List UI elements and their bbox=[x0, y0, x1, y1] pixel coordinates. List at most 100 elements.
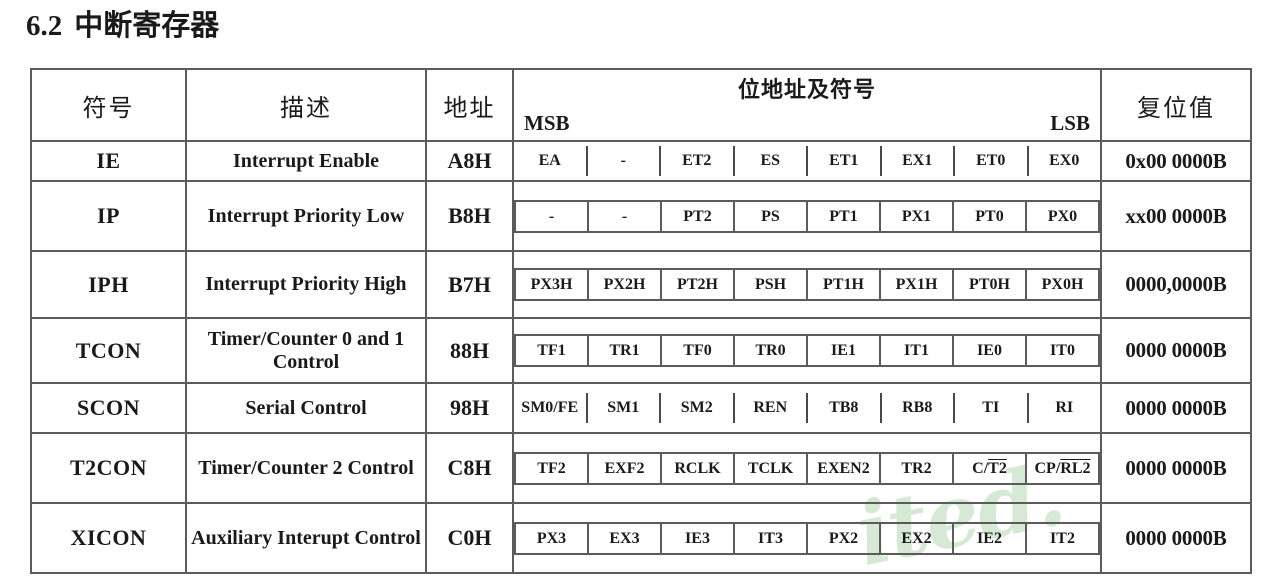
bit-cell: PT2 bbox=[662, 201, 735, 231]
bit-cell: EXEN2 bbox=[808, 453, 881, 483]
register-symbol: IE bbox=[30, 140, 187, 182]
bit-cell: EX2 bbox=[881, 523, 954, 553]
bit-cell: TR1 bbox=[589, 336, 662, 365]
register-symbol: T2CON bbox=[30, 432, 187, 504]
column-header-reset-value: 复位值 bbox=[1100, 68, 1252, 142]
interrupt-register-table: 符号 描述 地址 位地址及符号 MSB LSB 复位值 IE Interrupt … bbox=[30, 68, 1252, 574]
table-row: IE Interrupt Enable A8H EA - ET2 ES ET1 EX1 ET0 EX… bbox=[30, 140, 1252, 182]
bit-cell: SM1 bbox=[588, 393, 661, 423]
register-address: B7H bbox=[425, 250, 514, 319]
bit-cell: EX3 bbox=[589, 523, 662, 553]
bit-cell: PSH bbox=[735, 270, 808, 299]
bit-cell: ET0 bbox=[955, 146, 1029, 176]
bit-cell: IE0 bbox=[954, 336, 1027, 365]
bit-cell: SM0/FE bbox=[514, 393, 588, 423]
register-description: Serial Control bbox=[185, 382, 427, 434]
bit-cell: RCLK bbox=[662, 453, 735, 483]
bit-cell: PX2H bbox=[589, 270, 662, 299]
register-description: Auxiliary Interupt Control bbox=[185, 502, 427, 574]
register-bit-cells: PX3H PX2H PT2H PSH PT1H PX1H PT0H PX0H bbox=[512, 250, 1102, 319]
bit-cell: RI bbox=[1055, 399, 1074, 416]
bit-row-spacer bbox=[514, 233, 1100, 237]
bit-row: EA - ET2 ES ET1 EX1 ET0 EX0 bbox=[514, 146, 1100, 176]
bit-cell: CP/RL2 bbox=[1034, 459, 1091, 477]
bit-row-spacer bbox=[514, 367, 1100, 371]
register-bit-cells: PX3 EX3 IE3 IT3 PX2 EX2 IE2 IT2 bbox=[512, 502, 1102, 574]
bit-row: TF2 EXF2 RCLK TCLK EXEN2 TR2 C/T2 CP/RL2 bbox=[514, 451, 1100, 485]
bit-cell: REN bbox=[735, 393, 808, 423]
bit-cell: - bbox=[516, 201, 589, 231]
register-bit-cells: - - PT2 PS PT1 PX1 PT0 PX0 bbox=[512, 180, 1102, 252]
register-bit-cells: TF2 EXF2 RCLK TCLK EXEN2 TR2 C/T2 CP/RL2 bbox=[512, 432, 1102, 504]
register-symbol: IPH bbox=[30, 250, 187, 319]
register-description: Interrupt Priority High bbox=[185, 250, 427, 319]
bit-cell: RB8 bbox=[882, 393, 955, 423]
register-symbol: SCON bbox=[30, 382, 187, 434]
register-address: 88H bbox=[425, 317, 514, 384]
bit-cell: EA bbox=[514, 146, 588, 176]
bit-cell: TCLK bbox=[735, 453, 808, 483]
bit-cell: PT1 bbox=[808, 201, 881, 231]
register-bit-cells: SM0/FE SM1 SM2 REN TB8 RB8 TI RI bbox=[512, 382, 1102, 434]
bit-cell: PX3 bbox=[516, 523, 589, 553]
register-symbol: IP bbox=[30, 180, 187, 252]
bit-cell: TR0 bbox=[735, 336, 808, 365]
register-symbol: XICON bbox=[30, 502, 187, 574]
table-row: IPH Interrupt Priority High B7H PX3H PX2H PT2… bbox=[30, 250, 1252, 319]
bit-cell: IT0 bbox=[1050, 342, 1075, 359]
bit-cell: ES bbox=[735, 146, 808, 176]
bit-cell: C/T2 bbox=[954, 453, 1027, 483]
bit-cell: PX0 bbox=[1047, 207, 1078, 225]
table-row: IP Interrupt Priority Low B8H - - PT2 PS PT1 PX1… bbox=[30, 180, 1252, 252]
register-reset-value: 0000,0000B bbox=[1100, 250, 1252, 319]
bit-cell: PT1H bbox=[808, 270, 881, 299]
bit-row: TF1 TR1 TF0 TR0 IE1 IT1 IE0 IT0 bbox=[514, 334, 1100, 367]
register-reset-value: 0000 0000B bbox=[1100, 502, 1252, 574]
bit-cell: PX0H bbox=[1041, 276, 1084, 293]
column-header-address: 地址 bbox=[425, 68, 514, 142]
bit-row: SM0/FE SM1 SM2 REN TB8 RB8 TI RI bbox=[514, 393, 1100, 423]
bit-cell: TI bbox=[955, 393, 1029, 423]
table-header: 符号 描述 地址 位地址及符号 MSB LSB 复位值 bbox=[30, 68, 1252, 142]
bit-cell: TF1 bbox=[516, 336, 589, 365]
section-number: 6.2 bbox=[26, 10, 63, 42]
bit-cell: - bbox=[588, 146, 661, 176]
table-row: XICON Auxiliary Interupt Control C0H PX3 EX3… bbox=[30, 502, 1252, 574]
bit-cell: IE1 bbox=[808, 336, 881, 365]
bit-cell: ET1 bbox=[808, 146, 882, 176]
bit-cell: PS bbox=[735, 201, 808, 231]
bit-cell: EX0 bbox=[1049, 152, 1080, 169]
column-header-bit-address: 位地址及符号 MSB LSB bbox=[512, 68, 1102, 142]
bit-cell: TF0 bbox=[662, 336, 735, 365]
register-address: C8H bbox=[425, 432, 514, 504]
register-description: Timer/Counter 0 and 1 Control bbox=[185, 317, 427, 384]
register-reset-value: 0000 0000B bbox=[1100, 317, 1252, 384]
bit-cell: SM2 bbox=[661, 393, 735, 423]
bit-cell: PT2H bbox=[662, 270, 735, 299]
bit-row: - - PT2 PS PT1 PX1 PT0 PX0 bbox=[514, 199, 1100, 233]
table-row: SCON Serial Control 98H SM0/FE SM1 SM2 REN TB8 R… bbox=[30, 382, 1252, 434]
register-bit-cells: TF1 TR1 TF0 TR0 IE1 IT1 IE0 IT0 bbox=[512, 317, 1102, 384]
bit-cell: IT1 bbox=[881, 336, 954, 365]
register-reset-value: 0x00 0000B bbox=[1100, 140, 1252, 182]
page-title: 6.2 中断寄存器 bbox=[26, 2, 219, 44]
register-address: 98H bbox=[425, 382, 514, 434]
bit-cell: - bbox=[589, 201, 662, 231]
msb-label: MSB bbox=[524, 111, 570, 135]
bit-cell: TB8 bbox=[808, 393, 882, 423]
register-address: C0H bbox=[425, 502, 514, 574]
bit-cell: EX1 bbox=[882, 146, 955, 176]
register-reset-value: 0000 0000B bbox=[1100, 382, 1252, 434]
bit-cell: PX3H bbox=[516, 270, 589, 299]
register-address: A8H bbox=[425, 140, 514, 182]
lsb-label: LSB bbox=[1050, 111, 1090, 135]
bit-address-title: 位地址及符号 bbox=[737, 77, 876, 102]
column-header-symbol: 符号 bbox=[30, 68, 187, 142]
bit-cell: PT0 bbox=[954, 201, 1027, 231]
register-reset-value: 0000 0000B bbox=[1100, 432, 1252, 504]
register-symbol: TCON bbox=[30, 317, 187, 384]
bit-cell: PX1 bbox=[881, 201, 954, 231]
bit-cell: TF2 bbox=[516, 453, 589, 483]
bit-row: PX3H PX2H PT2H PSH PT1H PX1H PT0H PX0H bbox=[514, 268, 1100, 301]
bit-cell: PT0H bbox=[954, 270, 1027, 299]
